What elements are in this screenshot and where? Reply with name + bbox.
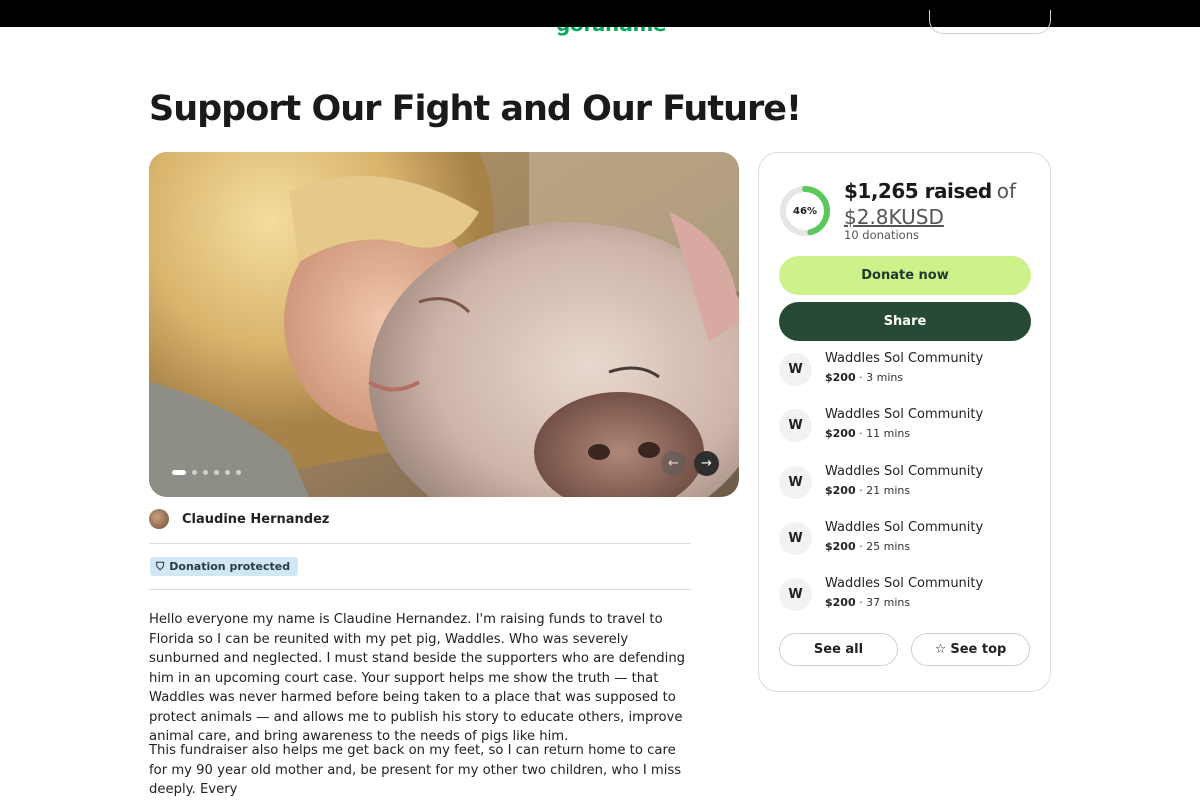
sign-in-link[interactable]	[878, 23, 890, 27]
donor-time: 3 mins	[866, 371, 904, 384]
divider	[149, 543, 691, 544]
campaign-photo	[149, 152, 739, 497]
donor-avatar: W	[779, 466, 812, 499]
donor-meta: $200 · 21 mins	[825, 484, 910, 497]
donor-name: Waddles Sol Community	[825, 520, 984, 535]
donor-name: Waddles Sol Community	[825, 351, 984, 366]
donor-amount: $200	[825, 540, 856, 553]
donor-avatar: W	[779, 409, 812, 442]
share-button[interactable]: Share	[779, 302, 1031, 341]
divider	[149, 589, 691, 590]
separator: ·	[855, 427, 867, 440]
page-title: Support Our Fight and Our Future!	[149, 89, 802, 129]
donor-time: 21 mins	[866, 484, 911, 497]
carousel-prev-button[interactable]: ←	[661, 451, 686, 476]
donor-meta: $200 · 25 mins	[825, 540, 910, 553]
donation-protected-badge[interactable]: ⛉ Donation protected	[150, 557, 299, 576]
arrow-right-icon: →	[701, 456, 712, 471]
see-all-button[interactable]: See all	[779, 633, 898, 666]
carousel-dot[interactable]	[172, 470, 186, 475]
raised-amount: $1,265 raised	[844, 179, 992, 203]
donor-meta: $200 · 3 mins	[825, 371, 903, 384]
separator: ·	[855, 484, 867, 497]
donor-meta: $200 · 11 mins	[825, 427, 910, 440]
donor-name: Waddles Sol Community	[825, 576, 984, 591]
start-fundraiser-button[interactable]	[929, 10, 1051, 34]
donor-item: W Waddles Sol Community $200 · 21 mins	[779, 464, 1031, 504]
donor-amount: $200	[825, 484, 856, 497]
amount-raised: $1,265 raised of $2.8KUSD	[844, 179, 1039, 229]
donor-item: W Waddles Sol Community $200 · 25 mins	[779, 520, 1031, 560]
donor-avatar: W	[779, 522, 812, 555]
story-paragraph: This fundraiser also helps me get back o…	[149, 743, 682, 797]
separator: ·	[855, 596, 867, 609]
carousel-dot[interactable]	[236, 470, 241, 475]
shield-icon: ⛉	[156, 559, 165, 573]
goal-amount: $2.8KUSD	[844, 205, 944, 229]
donor-amount: $200	[825, 596, 856, 609]
donation-count: 10 donations	[844, 228, 919, 242]
donor-item: W Waddles Sol Community $200 · 37 mins	[779, 576, 1031, 616]
see-top-label: See top	[950, 642, 1007, 657]
carousel-next-button[interactable]: →	[694, 451, 719, 476]
campaign-image-carousel[interactable]: ← →	[149, 152, 739, 497]
donor-amount: $200	[825, 371, 856, 384]
donor-item: W Waddles Sol Community $200 · 3 mins	[779, 351, 1031, 391]
progress-ring: 46%	[779, 185, 831, 237]
carousel-dot[interactable]	[214, 470, 219, 475]
progress-percent: 46%	[793, 205, 817, 217]
donor-amount: $200	[825, 427, 856, 440]
donor-item: W Waddles Sol Community $200 · 11 mins	[779, 407, 1031, 447]
donor-time: 37 mins	[866, 596, 911, 609]
carousel-dot[interactable]	[192, 470, 197, 475]
donor-avatar: W	[779, 353, 812, 386]
of-label: of	[996, 179, 1017, 203]
carousel-dot[interactable]	[225, 470, 230, 475]
donor-time: 25 mins	[866, 540, 911, 553]
donate-now-button[interactable]: Donate now	[779, 256, 1031, 295]
separator: ·	[855, 540, 867, 553]
donor-time: 11 mins	[866, 427, 911, 440]
see-top-button[interactable]: ☆ See top	[911, 633, 1030, 666]
organizer[interactable]: Claudine Hernandez	[149, 509, 329, 529]
arrow-left-icon: ←	[668, 456, 679, 471]
separator: ·	[855, 371, 867, 384]
organizer-name[interactable]: Claudine Hernandez	[182, 512, 329, 527]
carousel-dot[interactable]	[203, 470, 208, 475]
donation-card: 46% $1,265 raised of $2.8KUSD 10 donatio…	[758, 152, 1051, 692]
donor-meta: $200 · 37 mins	[825, 596, 910, 609]
donor-name: Waddles Sol Community	[825, 464, 984, 479]
story-paragraph: Hello everyone my name is Claudine Herna…	[149, 612, 686, 744]
star-icon: ☆	[934, 642, 947, 657]
carousel-indicators	[172, 470, 241, 475]
avatar	[149, 509, 169, 529]
donor-avatar: W	[779, 578, 812, 611]
badge-label: Donation protected	[169, 560, 291, 573]
donor-name: Waddles Sol Community	[825, 407, 984, 422]
